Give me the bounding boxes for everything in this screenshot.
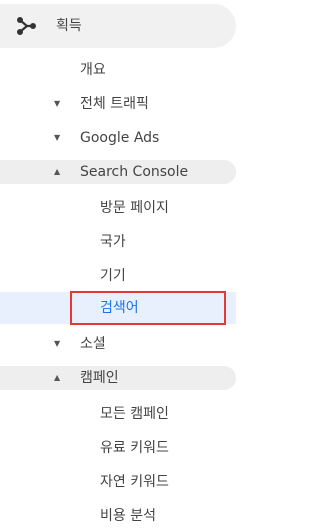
nav-item-all-traffic[interactable]: ▼ 전체 트래픽 [0, 88, 266, 120]
acquisition-fork-icon [16, 16, 38, 36]
nav-item-cost-analysis-label: 비용 분석 [100, 508, 156, 524]
expanded-arrow-icon: ▲ [54, 167, 61, 176]
highlight-box [70, 291, 226, 325]
nav-item-countries[interactable]: 국가 [0, 226, 266, 258]
expanded-arrow-icon: ▲ [54, 373, 61, 382]
nav-item-devices-label: 기기 [100, 268, 126, 284]
acquisition-nav: 획득 개요 ▼ 전체 트래픽 ▼ Google Ads ▲ Search Con… [0, 0, 266, 531]
nav-item-paid-keywords[interactable]: 유료 키워드 [0, 432, 266, 464]
nav-item-cost-analysis[interactable]: 비용 분석 [0, 500, 266, 532]
nav-item-social[interactable]: ▼ 소셜 [0, 328, 266, 360]
nav-item-all-campaigns-label: 모든 캠페인 [100, 406, 169, 422]
nav-item-campaigns-label: 캠페인 [80, 370, 119, 386]
nav-item-overview[interactable]: 개요 [0, 54, 266, 86]
nav-item-campaigns[interactable]: ▲ 캠페인 [0, 362, 266, 394]
nav-item-overview-label: 개요 [80, 62, 106, 78]
nav-item-search-console-label: Search Console [80, 164, 189, 180]
nav-item-search-console[interactable]: ▲ Search Console [0, 156, 266, 188]
acquisition-header[interactable]: 획득 [0, 0, 266, 52]
nav-item-paid-keywords-label: 유료 키워드 [100, 440, 169, 456]
nav-item-countries-label: 국가 [100, 234, 126, 250]
collapsed-arrow-icon: ▼ [54, 99, 61, 108]
nav-item-social-label: 소셜 [80, 336, 106, 352]
nav-item-devices[interactable]: 기기 [0, 260, 266, 292]
collapsed-arrow-icon: ▼ [54, 339, 61, 348]
nav-item-organic-keywords-label: 자연 키워드 [100, 474, 169, 490]
nav-item-landing-pages-label: 방문 페이지 [100, 200, 169, 216]
acquisition-label: 획득 [56, 18, 82, 34]
nav-item-landing-pages[interactable]: 방문 페이지 [0, 192, 266, 224]
nav-item-google-ads[interactable]: ▼ Google Ads [0, 122, 266, 154]
collapsed-arrow-icon: ▼ [54, 133, 61, 142]
nav-item-organic-keywords[interactable]: 자연 키워드 [0, 466, 266, 498]
nav-item-all-campaigns[interactable]: 모든 캠페인 [0, 398, 266, 430]
nav-item-all-traffic-label: 전체 트래픽 [80, 96, 149, 112]
nav-item-google-ads-label: Google Ads [80, 130, 160, 146]
